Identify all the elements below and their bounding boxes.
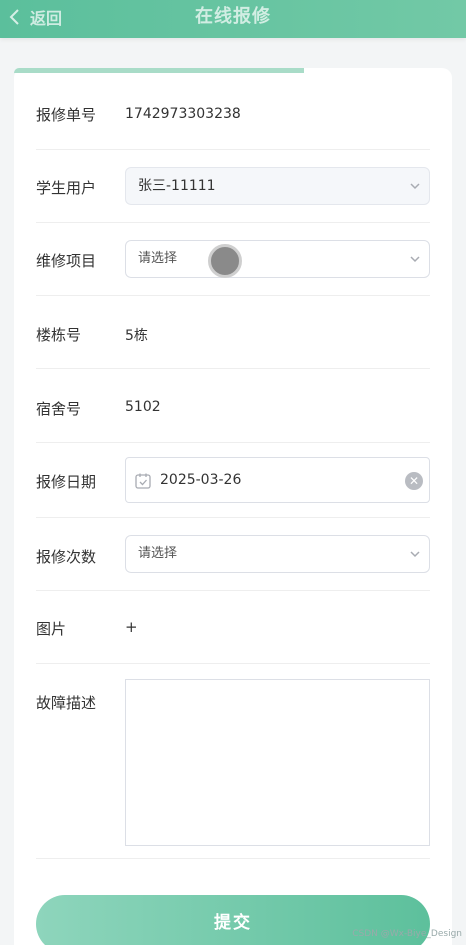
row-image: 图片 + [36, 591, 430, 664]
order-no-label: 报修单号 [36, 106, 97, 124]
repair-date-label: 报修日期 [36, 473, 97, 491]
dorm-label: 宿舍号 [36, 400, 82, 418]
row-repair-count: 报修次数 请选择 [36, 518, 430, 591]
row-student: 学生用户 张三-11111 [36, 150, 430, 223]
repair-item-placeholder: 请选择 [138, 251, 178, 266]
description-textarea[interactable] [125, 679, 430, 846]
clear-icon[interactable]: ✕ [405, 472, 423, 490]
repair-item-label: 维修项目 [36, 252, 97, 270]
card-accent [14, 68, 304, 73]
student-label: 学生用户 [36, 179, 97, 197]
student-value: 张三-11111 [138, 178, 216, 194]
description-label: 故障描述 [36, 694, 97, 712]
row-dorm: 宿舍号 5102 [36, 369, 430, 443]
top-bar: 返回 在线报修 [0, 0, 466, 38]
repair-count-placeholder: 请选择 [138, 546, 178, 561]
building-label: 楼栋号 [36, 326, 82, 344]
watermark: CSDN @Wx-Biye_Design [352, 929, 462, 939]
row-description: 故障描述 [36, 664, 430, 859]
chevron-down-icon [410, 551, 420, 558]
chevron-down-icon [410, 183, 420, 190]
calendar-icon [135, 473, 151, 489]
repair-date-picker[interactable]: 2025-03-26 ✕ [125, 457, 430, 503]
row-order-no: 报修单号 1742973303238 [36, 78, 430, 150]
page-title: 在线报修 [195, 6, 271, 27]
repair-count-label: 报修次数 [36, 548, 97, 566]
repair-item-select[interactable]: 请选择 [125, 240, 430, 278]
row-repair-date: 报修日期 2025-03-26 ✕ [36, 443, 430, 518]
chevron-down-icon [410, 256, 420, 263]
image-label: 图片 [36, 620, 67, 638]
order-no-value: 1742973303238 [125, 106, 241, 122]
image-upload-button[interactable]: + [125, 618, 138, 636]
repair-date-value: 2025-03-26 [160, 472, 242, 488]
repair-count-select[interactable]: 请选择 [125, 535, 430, 573]
building-value: 5栋 [125, 328, 148, 344]
dorm-value: 5102 [125, 399, 161, 415]
touch-cursor [208, 244, 242, 278]
student-select[interactable]: 张三-11111 [125, 167, 430, 205]
row-building: 楼栋号 5栋 [36, 296, 430, 369]
